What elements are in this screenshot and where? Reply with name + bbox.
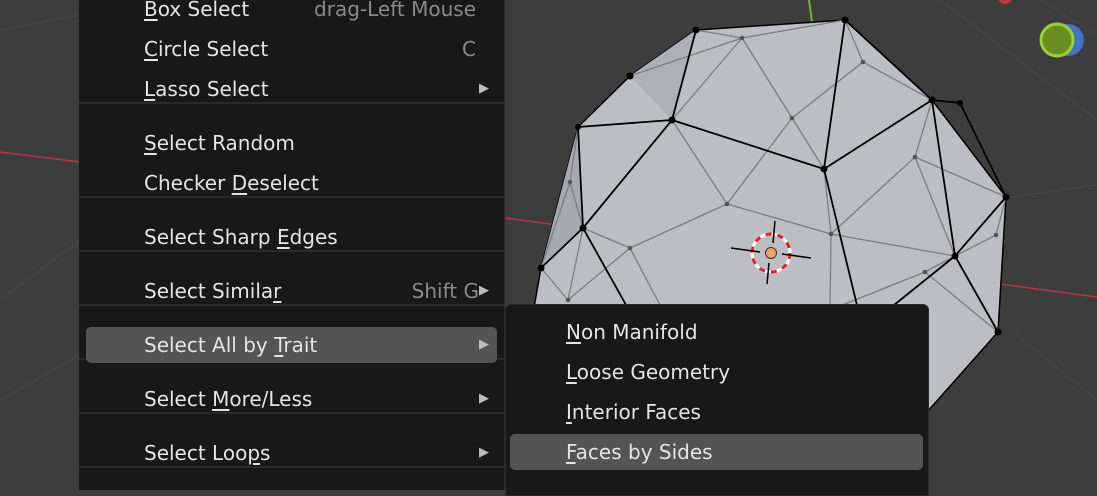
label-part: Select Loo xyxy=(144,441,248,465)
label-part: nterior Faces xyxy=(571,400,701,424)
menu-item-label: Lasso Select xyxy=(144,77,269,101)
menu-item-label: Box Select xyxy=(144,0,249,21)
label-part: Select Simila xyxy=(144,279,274,303)
menu-item-select-more-less[interactable]: Select More/Less ▶ xyxy=(86,381,497,417)
submenu-arrow-icon: ▶ xyxy=(479,283,489,298)
menu-item-label: Faces by Sides xyxy=(566,440,713,464)
mnemonic-letter: L xyxy=(144,77,156,101)
y-axis-line xyxy=(808,0,813,23)
menu-item-label: Select Similar xyxy=(144,279,281,303)
menu-item-label: Select More/Less xyxy=(144,387,312,411)
menu-item-label: Select All by Trait xyxy=(144,333,317,357)
mnemonic-letter: F xyxy=(566,440,576,464)
menu-item-label: Non Manifold xyxy=(566,320,698,344)
submenu-item-loose-geometry[interactable]: Loose Geometry xyxy=(510,354,923,390)
submenu-item-faces-by-sides[interactable]: Faces by Sides xyxy=(510,434,923,470)
menu-item-select-similar[interactable]: Select Similar Shift G ▶ xyxy=(86,273,497,309)
submenu-arrow-icon: ▶ xyxy=(479,337,489,352)
label-part: on Manifold xyxy=(580,320,698,344)
menu-item-label: Select Random xyxy=(144,131,295,155)
label-part: ircle Select xyxy=(157,37,269,61)
label-part: oose Geometry xyxy=(576,360,731,384)
shortcut-label: drag-Left Mouse xyxy=(314,0,476,21)
mnemonic-letter: r xyxy=(273,279,282,303)
menu-item-circle-select[interactable]: Circle Select C xyxy=(86,31,497,67)
axis-dot-red xyxy=(998,0,1012,4)
label-part: aces by Sides xyxy=(575,440,713,464)
label-part: dges xyxy=(289,225,338,249)
mnemonic-letter: L xyxy=(566,360,577,384)
label-part: s xyxy=(260,441,271,465)
label-part: Checker xyxy=(144,171,232,195)
menu-item-label: Select Sharp Edges xyxy=(144,225,338,249)
submenu-item-non-manifold[interactable]: Non Manifold xyxy=(510,314,923,350)
label-part: ore/Less xyxy=(229,387,313,411)
menu-item-label: Interior Faces xyxy=(566,400,701,424)
label-part: Select Sharp xyxy=(144,225,277,249)
submenu-arrow-icon: ▶ xyxy=(479,445,489,460)
menu-item-select-sharp-edges[interactable]: Select Sharp Edges xyxy=(86,219,497,255)
menu-item-lasso-select[interactable]: Lasso Select ▶ xyxy=(86,71,497,107)
select-all-by-trait-submenu: Non Manifold Loose Geometry Interior Faces… xyxy=(505,304,929,496)
submenu-arrow-icon: ▶ xyxy=(479,81,489,96)
mnemonic-letter: T xyxy=(274,333,284,357)
mnemonic-letter: N xyxy=(566,320,581,344)
submenu-item-interior-faces[interactable]: Interior Faces xyxy=(510,394,923,430)
label-part: elect Random xyxy=(156,131,295,155)
menu-item-label: Loose Geometry xyxy=(566,360,730,384)
menu-item-label: Checker Deselect xyxy=(144,171,319,195)
shortcut-label: C xyxy=(462,37,476,61)
label-part: Select All by xyxy=(144,333,275,357)
shortcut-label: Shift G xyxy=(411,279,479,303)
label-part: ox Select xyxy=(157,0,250,21)
gizmo-circle-icon[interactable] xyxy=(1039,22,1084,58)
label-part: asso Select xyxy=(155,77,269,101)
mnemonic-letter: p xyxy=(247,441,261,465)
mnemonic-letter: S xyxy=(144,131,157,155)
label-part: rait xyxy=(283,333,318,357)
menu-item-label: Circle Select xyxy=(144,37,268,61)
menu-item-select-random[interactable]: Select Random xyxy=(86,125,497,161)
mnemonic-letter: C xyxy=(144,37,158,61)
menu-item-label: Select Loops xyxy=(144,441,270,465)
x-axis-line xyxy=(0,151,81,163)
mnemonic-letter: B xyxy=(144,0,158,21)
menu-item-checker-deselect[interactable]: Checker Deselect xyxy=(86,165,497,201)
select-menu: Box Select drag-Left Mouse Circle Select C L… xyxy=(79,0,505,490)
label-part: eselect xyxy=(247,171,319,195)
mnemonic-letter: D xyxy=(231,171,248,195)
mnemonic-letter: E xyxy=(276,225,290,249)
menu-item-select-loops[interactable]: Select Loops ▶ xyxy=(86,435,497,471)
submenu-arrow-icon: ▶ xyxy=(479,391,489,406)
mnemonic-letter: M xyxy=(212,387,230,411)
menu-item-select-all-by-trait[interactable]: Select All by Trait ▶ xyxy=(86,327,497,363)
menu-item-box-select[interactable]: Box Select drag-Left Mouse xyxy=(86,0,497,27)
label-part: Select xyxy=(144,387,213,411)
